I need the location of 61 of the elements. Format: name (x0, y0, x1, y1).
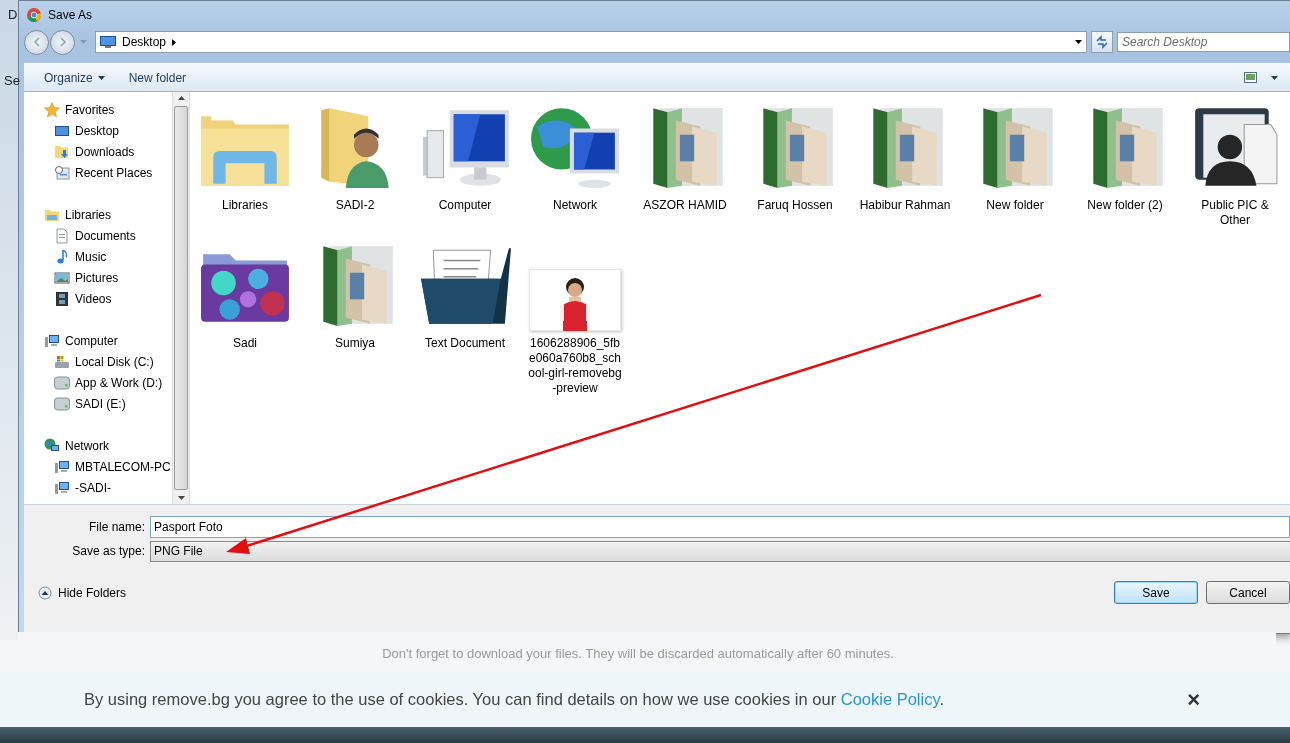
close-button[interactable]: × (1183, 686, 1204, 713)
file-name: 1606288906_5fbe060a760b8_school-girl-removebg-preview (527, 336, 623, 396)
new-folder-button[interactable]: New folder (120, 67, 195, 88)
file-item[interactable]: Network (520, 98, 630, 228)
file-item[interactable]: Sadi (190, 236, 300, 396)
file-item[interactable]: Libraries (190, 98, 300, 228)
file-name: Public PIC & Other (1200, 198, 1270, 228)
file-item[interactable]: Computer (410, 98, 520, 228)
cancel-button[interactable]: Cancel (1206, 581, 1290, 604)
file-name-field[interactable]: Pasport Foto (150, 516, 1290, 538)
nav-item[interactable]: Desktop (44, 120, 172, 141)
file-name: New folder (2) (1086, 198, 1164, 213)
file-name: Text Document (423, 336, 506, 351)
field-label: Save as type: (71, 544, 145, 558)
organize-button[interactable]: Organize (36, 67, 113, 88)
nav-item[interactable]: App & Work (D:) (44, 372, 172, 393)
file-type-dropdown[interactable]: PNG File (150, 540, 1290, 562)
file-item[interactable]: 1606288906_5fbe060a760b8_school-girl-removebg-preview (520, 236, 630, 396)
nav-item[interactable]: MBTALECOM-PC (44, 456, 172, 477)
file-item[interactable]: Habibur Rahman (850, 98, 960, 228)
nav-item[interactable]: Local Disk (C:) (44, 351, 172, 372)
file-name: Faruq Hossen (756, 198, 834, 213)
nav-item[interactable]: Videos (44, 288, 172, 309)
nav-item[interactable]: Downloads (44, 141, 172, 162)
search-field[interactable]: Search Desktop (1117, 32, 1290, 52)
path-segment[interactable]: Desktop (122, 35, 167, 49)
file-item[interactable]: Sumiya (300, 236, 410, 396)
file-item[interactable]: ASZOR HAMID (630, 98, 740, 228)
hide-folders-button[interactable]: Hide Folders (36, 583, 129, 602)
nav-item[interactable]: -SADI- (44, 477, 172, 498)
page-fragment: D (8, 7, 18, 22)
file-item[interactable]: New folder (2) (1070, 98, 1180, 228)
file-name: Network (552, 198, 598, 213)
save-button[interactable]: Save (1114, 581, 1198, 604)
file-item[interactable]: New folder (960, 98, 1070, 228)
file-name: Sumiya (334, 336, 376, 351)
file-name: Libraries (221, 198, 269, 213)
nav-item[interactable]: Pictures (44, 267, 172, 288)
file-name: New folder (985, 198, 1045, 213)
file-item[interactable]: Public PIC & Other (1180, 98, 1290, 228)
nav-item[interactable]: Computer (44, 330, 172, 351)
nav-item[interactable]: Recent Places (44, 162, 172, 183)
page-fragment: Se (4, 73, 20, 88)
nav-item[interactable]: SADI (E:) (44, 393, 172, 414)
file-name: ASZOR HAMID (642, 198, 728, 213)
file-item[interactable]: SADI-2 (300, 98, 410, 228)
window-title: Save As (48, 7, 93, 22)
nav-item[interactable]: Libraries (44, 204, 172, 225)
field-label: File name: (87, 520, 145, 534)
file-name: Sadi (232, 336, 258, 351)
file-name: Computer (437, 198, 493, 213)
nav-item[interactable]: Documents (44, 225, 172, 246)
nav-item[interactable]: Music (44, 246, 172, 267)
address-bar[interactable]: Desktop (95, 31, 1087, 53)
nav-item[interactable]: Favorites (44, 99, 172, 120)
cookie-message: By using remove.bg you agree to the use of cookies. You can find details on how we use cookies in our Cookie Policy. (84, 690, 946, 709)
file-item[interactable]: Faruq Hossen (740, 98, 850, 228)
nav-item[interactable]: Network (44, 435, 172, 456)
file-name: SADI-2 (334, 198, 376, 213)
file-item[interactable]: Text Document (410, 236, 520, 396)
file-name: Habibur Rahman (858, 198, 952, 213)
